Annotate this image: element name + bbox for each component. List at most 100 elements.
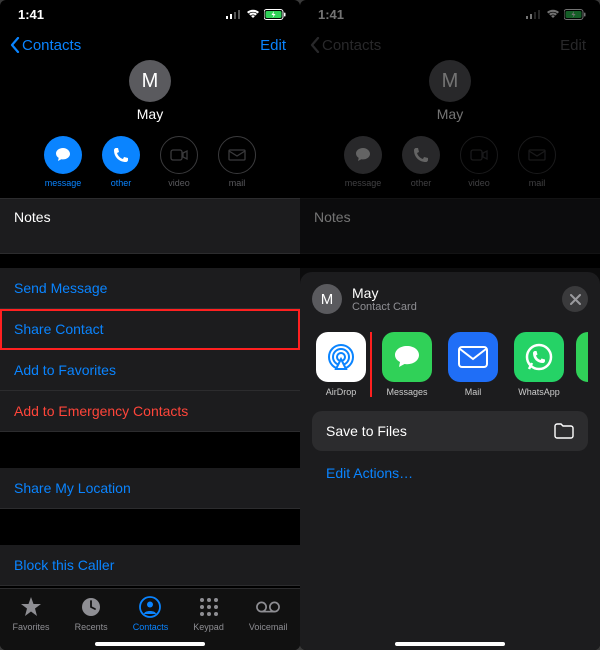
add-emergency-row[interactable]: Add to Emergency Contacts	[0, 391, 300, 432]
chevron-left-icon	[310, 37, 320, 53]
notes-section[interactable]: Notes	[0, 198, 300, 254]
partial-app-icon	[576, 332, 588, 382]
back-button[interactable]: Contacts	[10, 37, 81, 54]
airdrop-icon	[316, 332, 366, 382]
status-time: 1:41	[18, 7, 44, 22]
app-partial[interactable]	[578, 332, 588, 397]
message-icon	[344, 136, 382, 174]
block-caller-row[interactable]: Block this Caller	[0, 545, 300, 586]
app-mail[interactable]: Mail	[446, 332, 500, 397]
quick-video-label: video	[168, 178, 190, 188]
status-icons	[526, 9, 586, 20]
notes-section: Notes	[300, 198, 600, 254]
edit-button[interactable]: Edit	[260, 37, 290, 54]
home-indicator[interactable]	[395, 642, 505, 646]
save-files-label: Save to Files	[326, 423, 407, 439]
edit-actions-row[interactable]: Edit Actions…	[312, 451, 588, 489]
folder-icon	[554, 423, 574, 439]
contacts-icon	[138, 595, 162, 619]
contact-name: May	[137, 106, 163, 122]
nav-bar: Contacts Edit	[300, 28, 600, 62]
send-message-row[interactable]: Send Message	[0, 268, 300, 309]
whatsapp-icon	[514, 332, 564, 382]
spacer	[0, 509, 300, 545]
back-label: Contacts	[322, 37, 381, 54]
mail-label: Mail	[465, 387, 482, 397]
airdrop-highlight: AirDrop	[314, 332, 372, 397]
status-bar: 1:41	[300, 0, 600, 28]
battery-icon	[264, 9, 286, 20]
phone-right: 1:41 Contacts Edit M May message other v…	[300, 0, 600, 650]
contact-header: M May	[300, 60, 600, 122]
tab-voicemail[interactable]: Voicemail	[249, 595, 288, 632]
keypad-icon	[197, 595, 221, 619]
phone-left: 1:41 Contacts Edit M May message other v…	[0, 0, 300, 650]
contact-name: May	[437, 106, 463, 122]
close-button[interactable]	[562, 286, 588, 312]
mail-icon	[218, 136, 256, 174]
status-icons	[226, 9, 286, 20]
sheet-title: May	[352, 285, 552, 301]
share-sheet: M May Contact Card AirDrop Messages	[300, 272, 600, 650]
sheet-avatar: M	[312, 284, 342, 314]
phone-icon	[102, 136, 140, 174]
quick-message: message	[344, 136, 382, 188]
sheet-subtitle: Contact Card	[352, 301, 552, 313]
quick-actions: message other video mail	[300, 136, 600, 188]
quick-mail: mail	[518, 136, 556, 188]
save-to-files-row[interactable]: Save to Files	[312, 411, 588, 451]
phone-icon	[402, 136, 440, 174]
add-favorites-row[interactable]: Add to Favorites	[0, 350, 300, 391]
app-messages[interactable]: Messages	[380, 332, 434, 397]
sheet-actions: Save to Files	[312, 411, 588, 451]
quick-message-label: message	[45, 178, 82, 188]
cellular-icon	[226, 9, 242, 19]
whatsapp-label: WhatsApp	[518, 387, 560, 397]
back-label: Contacts	[22, 37, 81, 54]
voicemail-icon	[256, 595, 280, 619]
close-icon	[570, 294, 581, 305]
messages-icon	[382, 332, 432, 382]
nav-bar: Contacts Edit	[0, 28, 300, 62]
mail-icon	[518, 136, 556, 174]
app-whatsapp[interactable]: WhatsApp	[512, 332, 566, 397]
battery-icon	[564, 9, 586, 20]
quick-video: video	[460, 136, 498, 188]
quick-mail-label: mail	[229, 178, 246, 188]
share-contact-row[interactable]: Share Contact	[0, 309, 300, 350]
tab-favorites[interactable]: Favorites	[13, 595, 50, 632]
airdrop-label: AirDrop	[326, 387, 357, 397]
status-bar: 1:41	[0, 0, 300, 28]
mail-app-icon	[448, 332, 498, 382]
share-location-row[interactable]: Share My Location	[0, 468, 300, 509]
messages-label: Messages	[386, 387, 427, 397]
chevron-left-icon	[10, 37, 20, 53]
home-indicator[interactable]	[95, 642, 205, 646]
quick-message[interactable]: message	[44, 136, 82, 188]
contact-header: M May	[0, 60, 300, 122]
sheet-header: M May Contact Card	[312, 284, 588, 314]
quick-actions: message other video mail	[0, 136, 300, 188]
quick-mail[interactable]: mail	[218, 136, 256, 188]
spacer	[0, 432, 300, 468]
tab-recents[interactable]: Recents	[75, 595, 108, 632]
video-icon	[160, 136, 198, 174]
app-airdrop[interactable]: AirDrop	[314, 332, 368, 397]
avatar[interactable]: M	[129, 60, 171, 102]
tab-keypad[interactable]: Keypad	[193, 595, 224, 632]
video-icon	[460, 136, 498, 174]
wifi-icon	[246, 9, 260, 19]
quick-other-label: other	[111, 178, 132, 188]
edit-button: Edit	[560, 37, 590, 54]
avatar: M	[429, 60, 471, 102]
quick-other[interactable]: other	[102, 136, 140, 188]
tab-bar: Favorites Recents Contacts Keypad Voicem…	[0, 588, 300, 650]
quick-other: other	[402, 136, 440, 188]
star-icon	[19, 595, 43, 619]
wifi-icon	[546, 9, 560, 19]
status-time: 1:41	[318, 7, 344, 22]
quick-video[interactable]: video	[160, 136, 198, 188]
clock-icon	[79, 595, 103, 619]
tab-contacts[interactable]: Contacts	[133, 595, 169, 632]
share-apps-row: AirDrop Messages Mail WhatsApp	[314, 332, 588, 397]
